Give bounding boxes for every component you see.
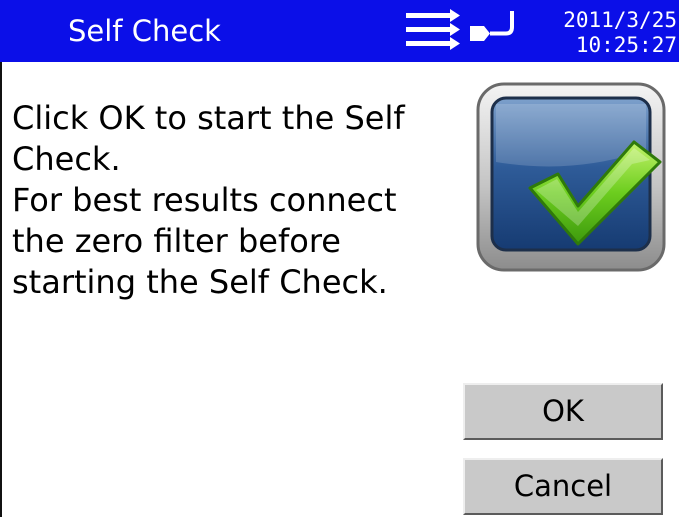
message-line: Click OK to start the Self bbox=[12, 99, 405, 137]
message-line: Check. bbox=[12, 140, 121, 178]
date-display: 2011/3/25 bbox=[563, 8, 677, 32]
message-line: starting the Self Check. bbox=[12, 263, 388, 301]
flow-arrows-icon bbox=[406, 9, 460, 50]
message-line: the zero filter before bbox=[12, 222, 341, 260]
plug-icon bbox=[470, 11, 514, 41]
instruction-message: Click OK to start the Self Check. For be… bbox=[12, 98, 452, 303]
monitor-checkmark-icon bbox=[476, 82, 666, 272]
page-title: Self Check bbox=[68, 14, 221, 48]
window-border bbox=[0, 62, 2, 517]
ok-button[interactable]: OK bbox=[463, 383, 663, 440]
title-bar: Self Check 2011/3/25 10:25:27 bbox=[0, 0, 679, 62]
time-display: 10:25:27 bbox=[575, 33, 677, 57]
message-line: For best results connect bbox=[12, 181, 397, 219]
cancel-button[interactable]: Cancel bbox=[463, 458, 663, 515]
